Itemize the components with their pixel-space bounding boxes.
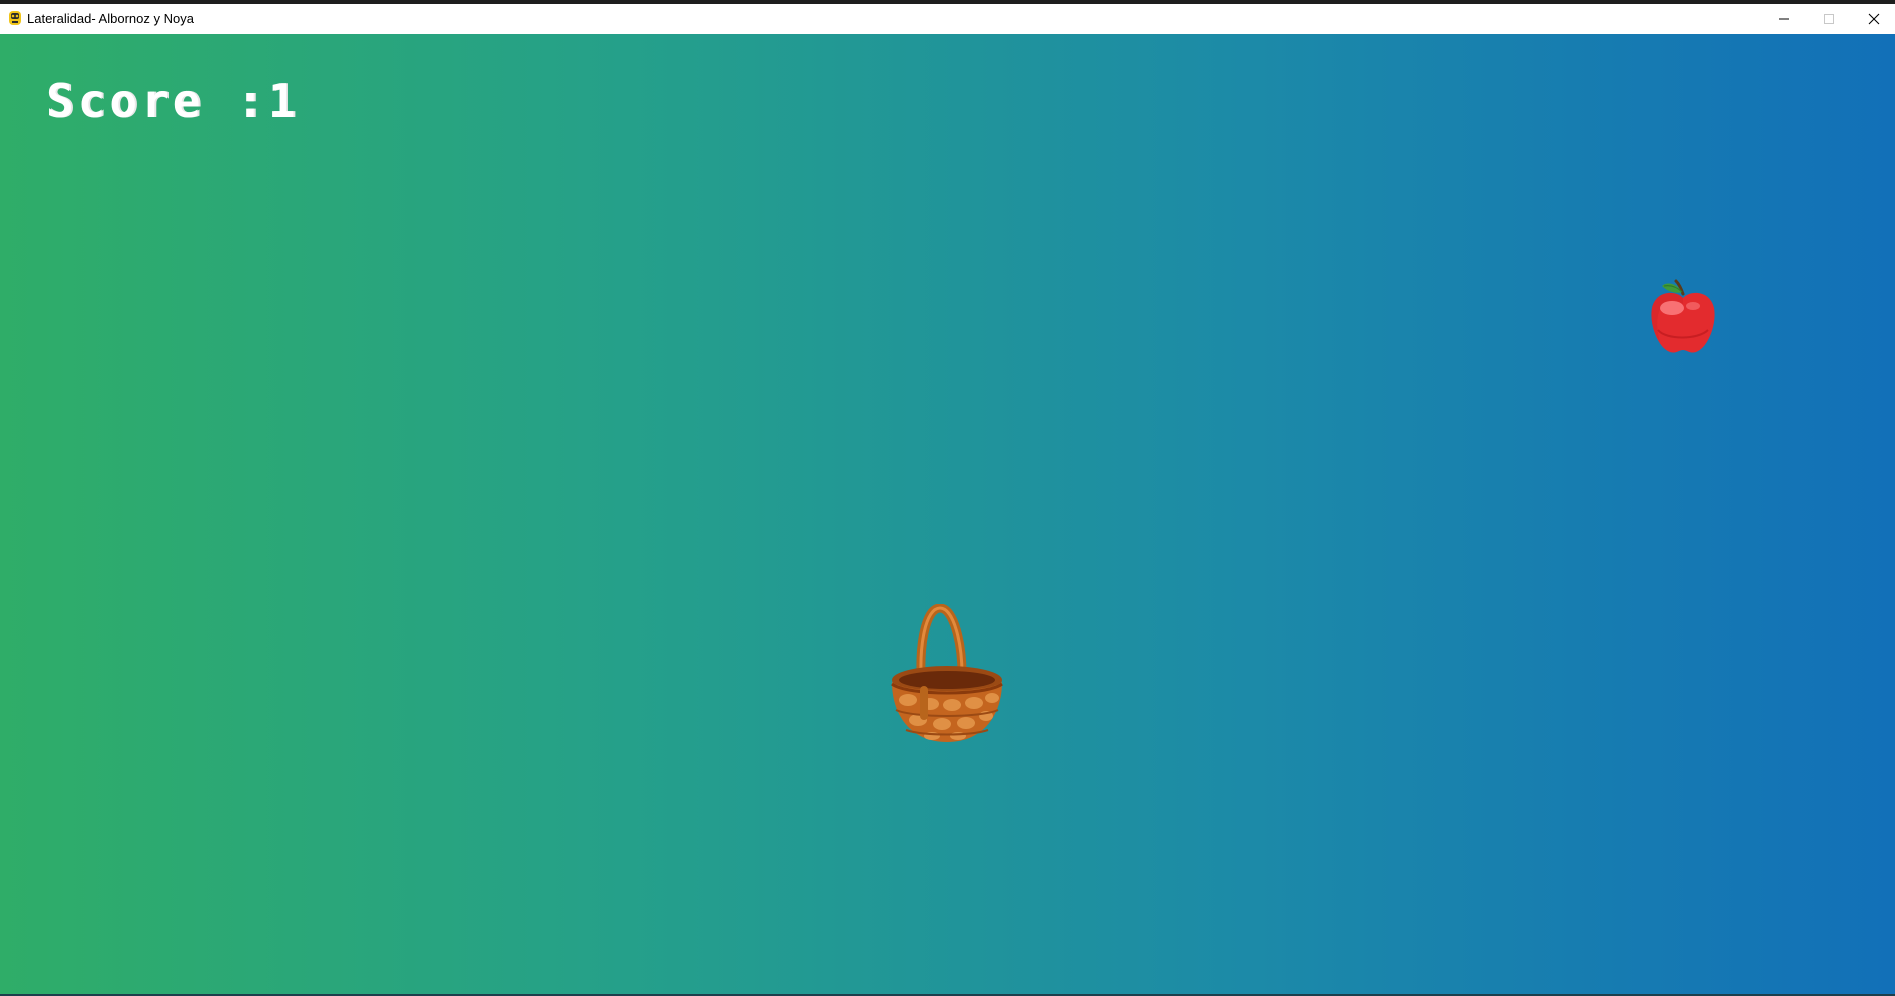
title-bar[interactable]: Lateralidad- Albornoz y Noya (0, 4, 1895, 34)
game-window: Lateralidad- Albornoz y Noya Score :1 (0, 0, 1895, 996)
close-button[interactable] (1851, 4, 1895, 34)
close-icon (1868, 10, 1880, 29)
pygame-snake-icon (7, 10, 23, 26)
basket-icon[interactable] (888, 603, 1006, 746)
game-canvas[interactable]: Score :1 (0, 34, 1895, 994)
minimize-icon (1778, 10, 1790, 29)
apple-icon (1648, 278, 1718, 354)
maximize-button[interactable] (1806, 4, 1852, 34)
window-title: Lateralidad- Albornoz y Noya (27, 11, 194, 26)
maximize-icon (1823, 10, 1835, 29)
score-label: Score :1 (46, 74, 300, 128)
minimize-button[interactable] (1761, 4, 1807, 34)
